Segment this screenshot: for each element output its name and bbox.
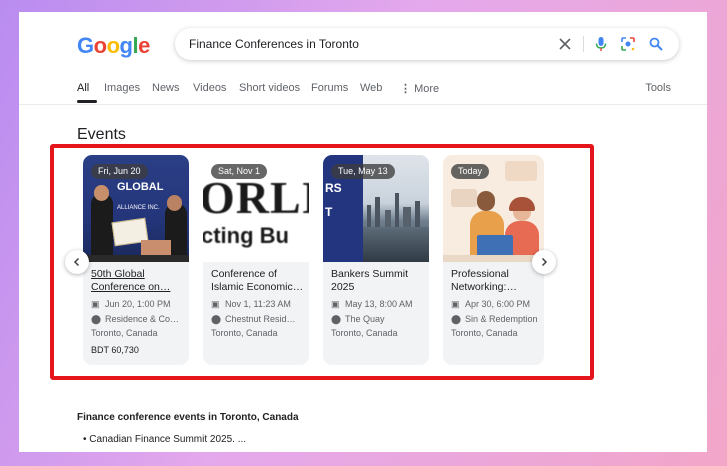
calendar-icon: ▣	[331, 299, 340, 309]
logo-letter: o	[106, 33, 120, 58]
event-venue: ⬤ Residence & Co…	[91, 314, 187, 325]
event-time: ▣ Jun 20, 1:00 PM	[91, 299, 187, 310]
result-bullet-text: Canadian Finance Summit 2025. ...	[89, 434, 247, 445]
search-input[interactable]: Finance Conferences in Toronto	[189, 37, 359, 51]
tools-button[interactable]: Tools	[645, 82, 671, 94]
event-venue-text: Residence & Co…	[105, 314, 180, 324]
event-venue-text: Chestnut Resid…	[225, 314, 296, 324]
tab-more-label: More	[414, 83, 440, 95]
carousel-prev-button[interactable]	[65, 250, 89, 274]
event-time-text: Apr 30, 6:00 PM	[465, 299, 531, 309]
logo-letter: e	[138, 33, 150, 58]
header-divider	[19, 104, 707, 105]
tab-web[interactable]: Web	[360, 82, 382, 94]
event-title[interactable]: Bankers Summit 2025	[331, 268, 425, 294]
mic-icon[interactable]	[593, 36, 609, 52]
event-time-text: May 13, 8:00 AM	[345, 299, 413, 309]
tab-news[interactable]: News	[152, 82, 180, 94]
calendar-icon: ▣	[211, 299, 220, 309]
location-pin-icon: ⬤	[91, 314, 102, 324]
banner-text: RS	[325, 181, 342, 195]
tab-videos[interactable]: Videos	[193, 82, 226, 94]
event-title[interactable]: Conference of Islamic Economic…	[211, 268, 305, 294]
banner-text: ALLIANCE INC.	[117, 205, 160, 211]
event-date-badge: Tue, May 13	[331, 164, 395, 179]
lens-icon[interactable]	[620, 36, 636, 52]
event-location: Toronto, Canada	[331, 328, 398, 338]
more-dots-icon: ⋮	[400, 83, 411, 95]
calendar-icon: ▣	[91, 299, 100, 309]
events-heading: Events	[77, 126, 126, 143]
chevron-left-icon	[73, 257, 80, 267]
carousel-next-button[interactable]	[532, 250, 556, 274]
event-date-badge: Sat, Nov 1	[211, 164, 268, 179]
search-results-page: Google Finance Conferences in Toronto Al…	[19, 12, 707, 452]
event-time: ▣ Apr 30, 6:00 PM	[451, 299, 544, 310]
event-venue: ⬤ Sin & Redemption	[451, 314, 544, 325]
location-pin-icon: ⬤	[451, 314, 462, 324]
tab-forums[interactable]: Forums	[311, 82, 348, 94]
event-location: Toronto, Canada	[211, 328, 278, 338]
event-time-text: Jun 20, 1:00 PM	[105, 299, 171, 309]
result-bullet[interactable]: • Canadian Finance Summit 2025. ...	[83, 434, 246, 445]
close-icon[interactable]	[557, 36, 573, 52]
search-divider	[583, 36, 584, 52]
event-card[interactable]: GLOBAL ALLIANCE INC. Fri, Jun 20 50th Gl…	[83, 155, 189, 365]
event-time: ▣ Nov 1, 11:23 AM	[211, 299, 307, 310]
chevron-right-icon	[541, 257, 548, 267]
logo-letter: G	[77, 33, 94, 58]
location-pin-icon: ⬤	[331, 314, 342, 324]
banner-text: GLOBAL	[117, 181, 164, 193]
tab-more[interactable]: ⋮ More	[400, 82, 439, 95]
tab-all[interactable]: All	[77, 82, 89, 94]
location-pin-icon: ⬤	[211, 314, 222, 324]
event-title[interactable]: Professional Networking:…	[451, 268, 544, 294]
logo-letter: g	[119, 33, 133, 58]
search-icon[interactable]	[648, 36, 664, 52]
event-price: BDT 60,730	[91, 345, 139, 355]
tab-images[interactable]: Images	[104, 82, 140, 94]
event-date-badge: Today	[451, 164, 490, 179]
event-time: ▣ May 13, 8:00 AM	[331, 299, 427, 310]
calendar-icon: ▣	[451, 299, 460, 309]
event-location: Toronto, Canada	[451, 328, 518, 338]
event-time-text: Nov 1, 11:23 AM	[225, 299, 291, 309]
event-date-badge: Fri, Jun 20	[91, 164, 148, 179]
banner-text: T	[325, 205, 333, 219]
event-location: Toronto, Canada	[91, 328, 158, 338]
active-tab-indicator	[77, 100, 97, 103]
search-box[interactable]: Finance Conferences in Toronto	[175, 28, 679, 60]
event-card[interactable]: ORLI cting Bu Sat, Nov 1 Conference of I…	[203, 155, 309, 365]
result-heading: Finance conference events in Toronto, Ca…	[77, 412, 299, 423]
event-venue-text: The Quay	[345, 314, 385, 324]
banner-text: cting Bu	[203, 223, 289, 248]
event-title[interactable]: 50th Global Conference on…	[91, 268, 185, 294]
event-venue-text: Sin & Redemption	[465, 314, 538, 324]
logo-letter: o	[93, 33, 107, 58]
event-card[interactable]: Today Professional Networking:… ▣ Apr 30,…	[443, 155, 544, 365]
tab-short-videos[interactable]: Short videos	[239, 82, 300, 94]
event-venue: ⬤ The Quay	[331, 314, 427, 325]
event-card[interactable]: RS T Tue, May 13 Bankers Summit 2025 ▣ Ma…	[323, 155, 429, 365]
event-venue: ⬤ Chestnut Resid…	[211, 314, 307, 325]
google-logo[interactable]: Google	[77, 33, 150, 59]
